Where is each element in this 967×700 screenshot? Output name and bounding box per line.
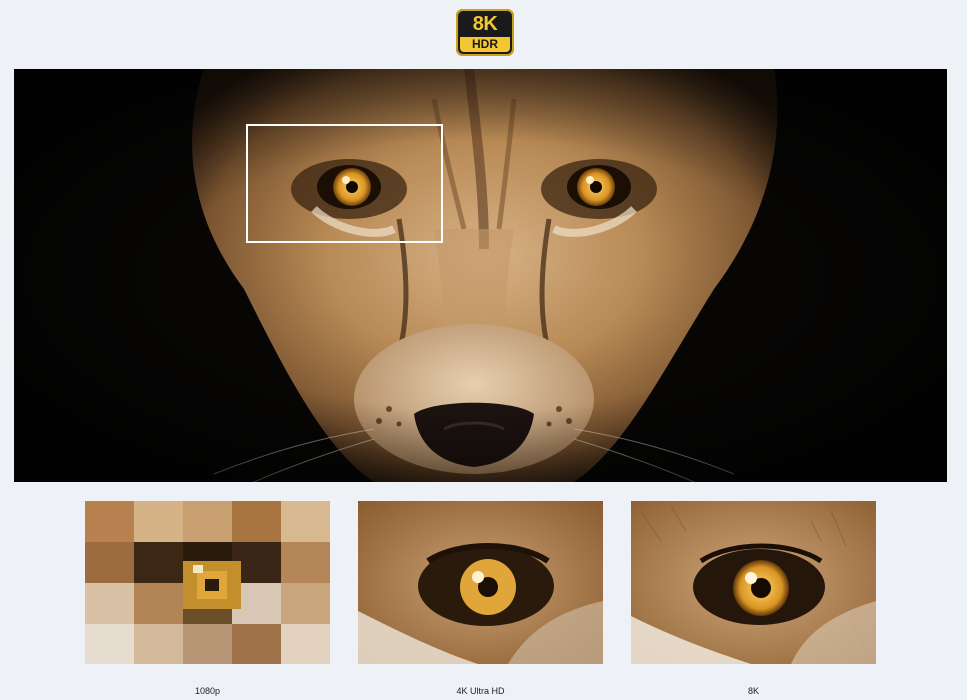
eye-closeup-8k xyxy=(631,501,876,664)
caption-4k-ultra-hd: 4K Ultra HD xyxy=(456,686,505,696)
comparison-tile-4k xyxy=(358,501,603,664)
comparison-tile-1080p xyxy=(85,501,330,664)
comparison-tile-8k xyxy=(631,501,876,664)
lioness-illustration xyxy=(14,69,947,482)
badge-hdr-text: HDR xyxy=(460,37,510,52)
zoom-focus-box xyxy=(246,124,443,243)
caption-8k: 8K xyxy=(747,686,759,696)
badge-resolution-text: 8K xyxy=(472,13,498,35)
8k-hdr-badge: 8K HDR xyxy=(456,9,514,56)
eye-closeup-pixelated xyxy=(85,501,330,664)
eye-closeup-4k xyxy=(358,501,603,664)
caption-1080p: 1080p xyxy=(194,686,221,696)
hero-lioness-image xyxy=(14,69,947,482)
